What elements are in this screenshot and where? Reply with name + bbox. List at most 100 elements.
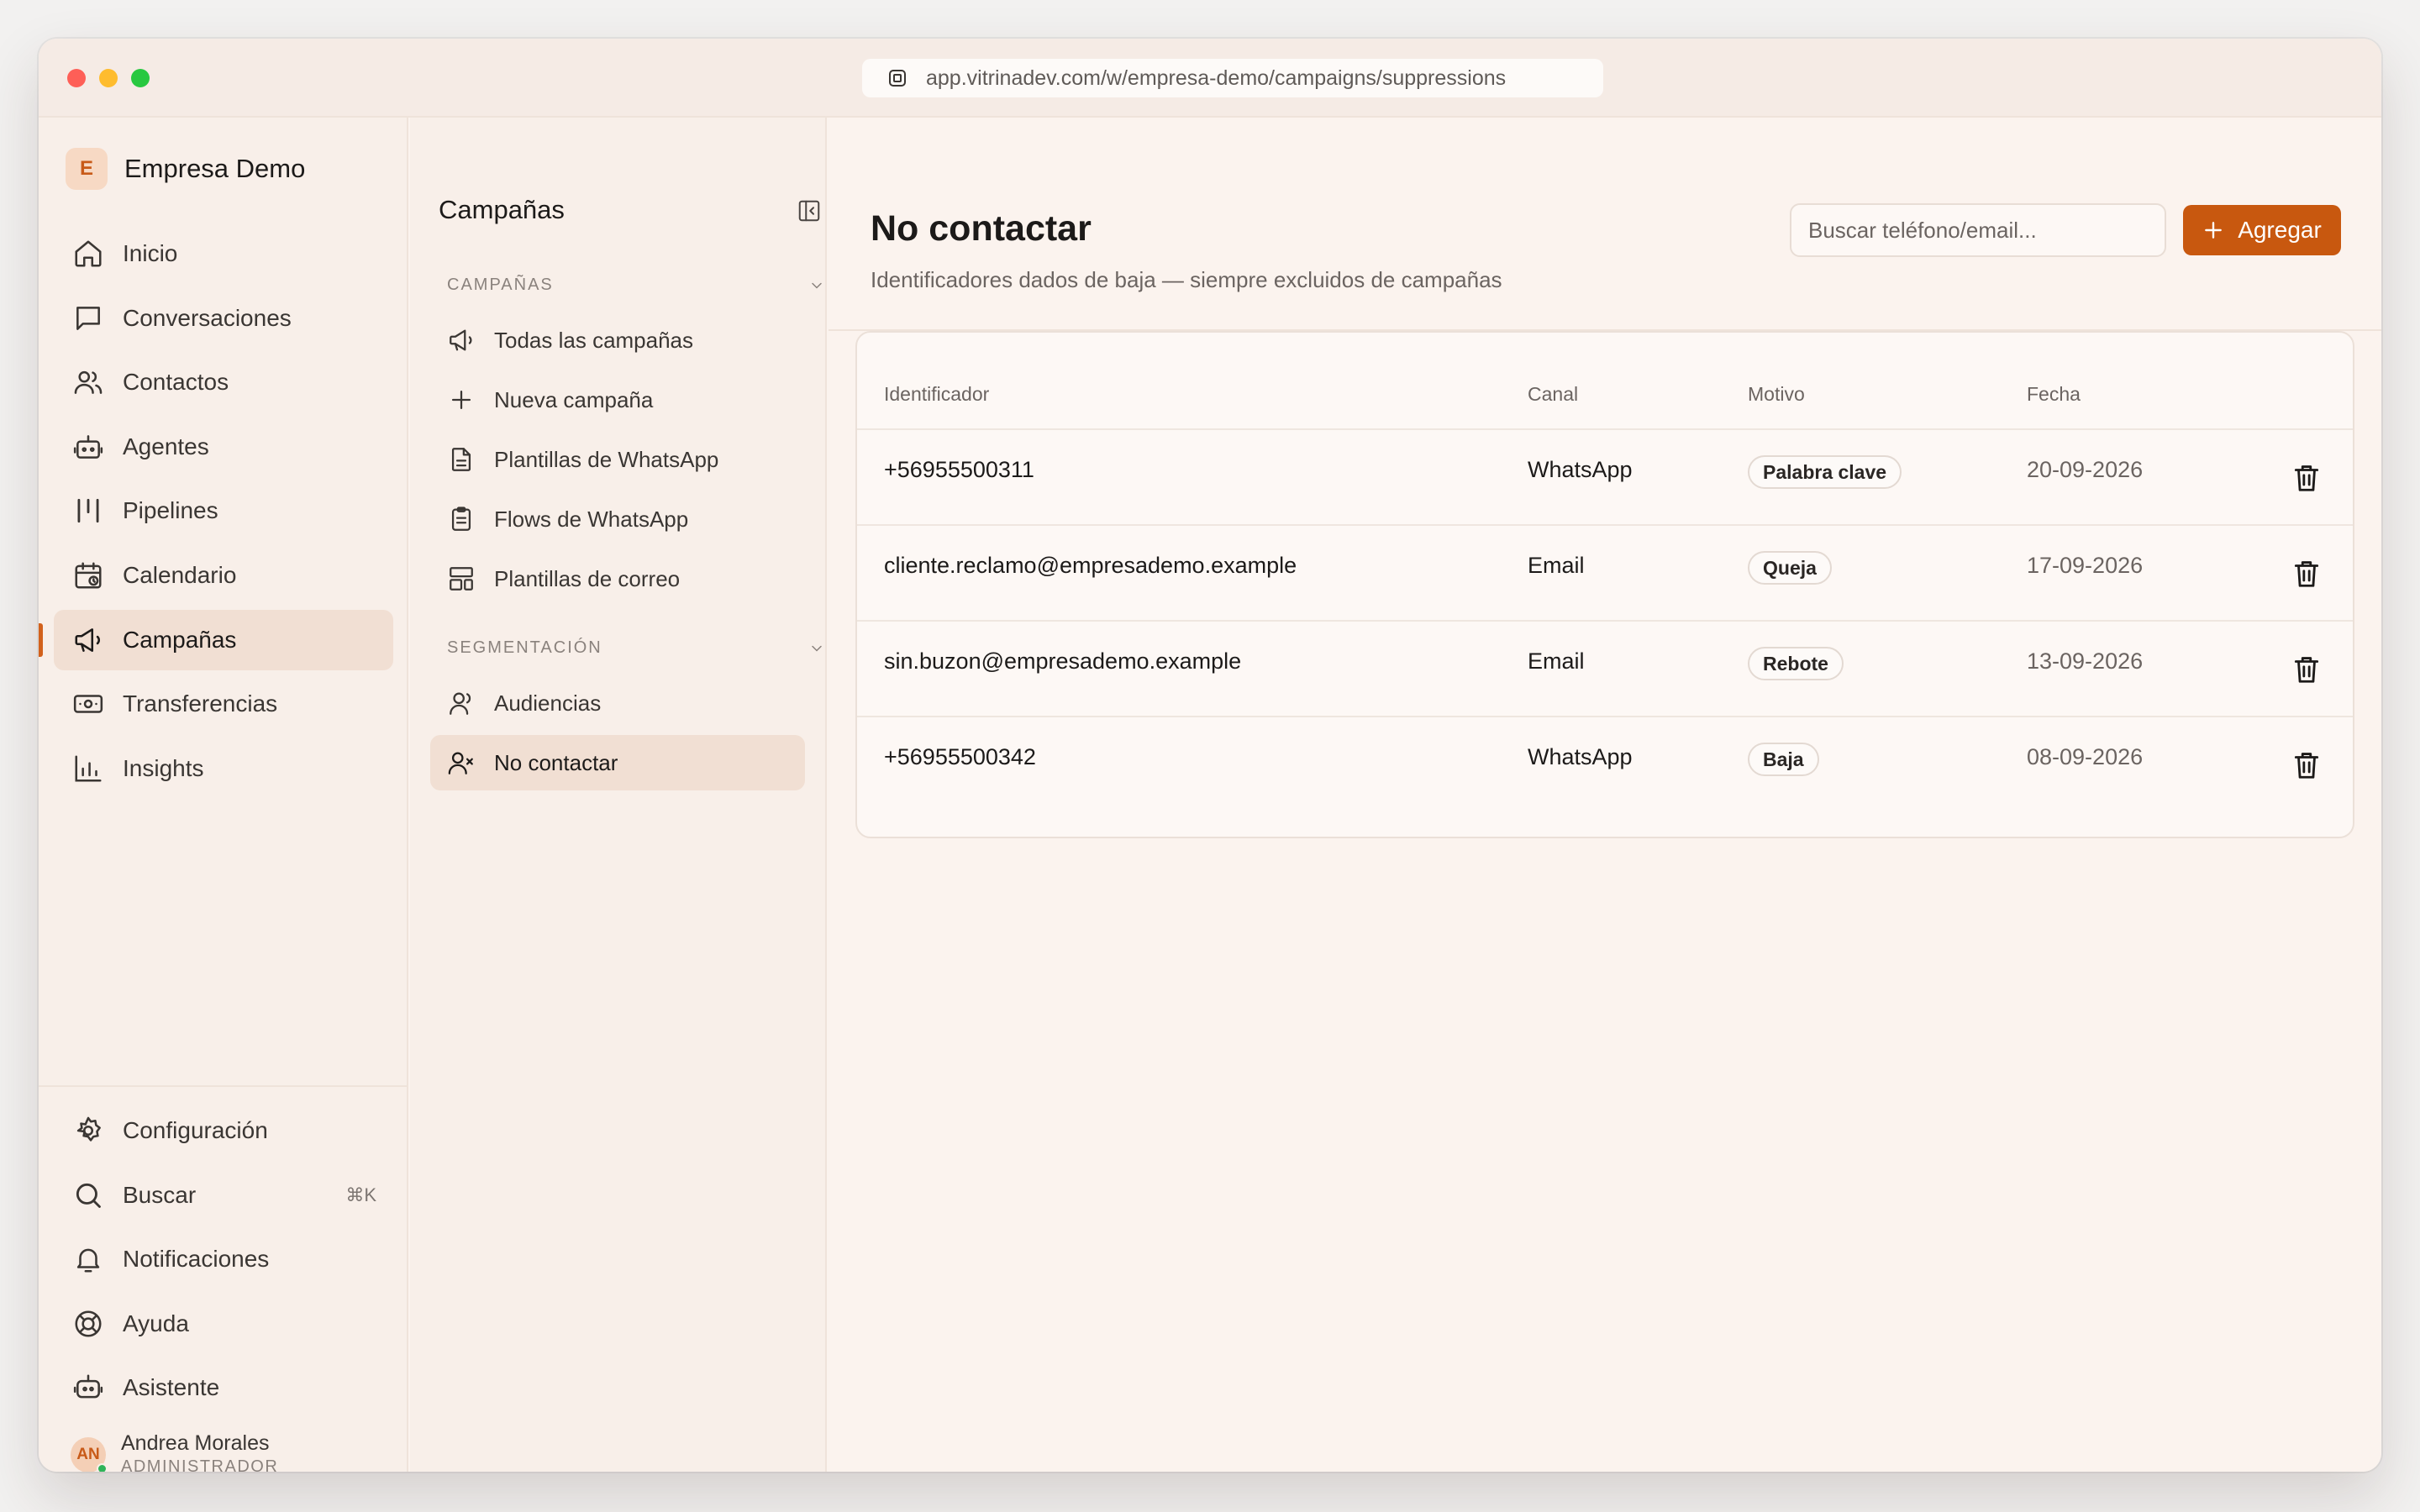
close-window-button[interactable] <box>67 69 86 87</box>
minimize-window-button[interactable] <box>99 69 118 87</box>
cell-identifier: +56955500342 <box>884 744 1036 769</box>
pipeline-icon <box>72 495 104 527</box>
avatar-initials: AN <box>76 1446 100 1463</box>
subnav-item-plantillas-whatsapp[interactable]: Plantillas de WhatsApp <box>430 432 805 487</box>
subnav-item-todas-las-campanas[interactable]: Todas las campañas <box>430 312 805 368</box>
subnav-item-label: Nueva campaña <box>494 386 654 412</box>
sidebar-item-ayuda[interactable]: Ayuda <box>54 1294 393 1354</box>
subnav-item-label: Todas las campañas <box>494 327 694 353</box>
table-row: sin.buzon@empresademo.example Email Rebo… <box>857 622 2353 717</box>
column-header-canal[interactable]: Canal <box>1528 383 1578 406</box>
add-button[interactable]: Agregar <box>2183 205 2341 255</box>
cell-channel: Email <box>1528 553 1585 578</box>
sidebar-item-label: Campañas <box>123 626 237 653</box>
user-profile[interactable]: AN Andrea Morales ADMINISTRADOR <box>71 1431 278 1472</box>
cell-date: 20-09-2026 <box>2027 457 2144 482</box>
trash-icon[interactable] <box>2291 462 2323 494</box>
collapse-panel-icon[interactable] <box>797 198 822 223</box>
search-icon <box>72 1179 104 1211</box>
column-header-identificador[interactable]: Identificador <box>884 383 989 406</box>
address-bar[interactable]: app.vitrinadev.com/w/empresa-demo/campai… <box>862 59 1603 97</box>
trash-icon[interactable] <box>2291 749 2323 781</box>
cell-channel: WhatsApp <box>1528 457 1633 482</box>
sidebar-item-label: Inicio <box>123 240 178 266</box>
browser-titlebar: app.vitrinadev.com/w/empresa-demo/campai… <box>39 39 2381 118</box>
sidebar-item-label: Insights <box>123 754 204 781</box>
sidebar-item-label: Notificaciones <box>123 1246 270 1273</box>
sidebar-item-insights[interactable]: Insights <box>54 738 393 799</box>
subnav-item-no-contactar[interactable]: No contactar <box>430 735 805 790</box>
search-shortcut-hint: ⌘K <box>345 1184 376 1205</box>
online-status-dot <box>97 1463 108 1472</box>
sidebar-item-buscar[interactable]: Buscar ⌘K <box>54 1165 393 1226</box>
users-icon <box>72 366 104 398</box>
app-window: app.vitrinadev.com/w/empresa-demo/campai… <box>39 39 2381 1472</box>
sidebar-item-label: Asistente <box>123 1374 220 1401</box>
column-header-fecha[interactable]: Fecha <box>2027 383 2081 406</box>
sidebar-item-label: Pipelines <box>123 497 218 524</box>
user-name: Andrea Morales <box>121 1431 270 1455</box>
segmentacion-section-list: Audiencias No contactar <box>430 675 805 795</box>
cell-date: 17-09-2026 <box>2027 553 2144 578</box>
trash-icon[interactable] <box>2291 654 2323 685</box>
user-x-icon <box>447 748 476 777</box>
campanas-section-list: Todas las campañas Nueva campaña Plantil… <box>430 312 805 611</box>
maximize-window-button[interactable] <box>131 69 150 87</box>
sidebar-item-label: Agentes <box>123 433 209 459</box>
sidebar-item-pipelines[interactable]: Pipelines <box>54 480 393 541</box>
sidebar-item-campanas[interactable]: Campañas <box>39 609 393 670</box>
page-title: No contactar <box>871 208 1092 249</box>
subnav-item-plantillas-correo[interactable]: Plantillas de correo <box>430 551 805 606</box>
sidebar-item-conversaciones[interactable]: Conversaciones <box>54 288 393 349</box>
sidebar-item-label: Configuración <box>123 1117 268 1143</box>
sidebar-item-transferencias[interactable]: Transferencias <box>54 674 393 734</box>
audience-icon <box>447 689 476 717</box>
calendar-icon <box>72 559 104 591</box>
sidebar-item-asistente[interactable]: Asistente <box>54 1357 393 1418</box>
cell-identifier: cliente.reclamo@empresademo.example <box>884 553 1297 578</box>
workspace-avatar: E <box>66 148 108 190</box>
bot-icon <box>72 431 104 463</box>
subnav-item-label: No contactar <box>494 749 618 775</box>
sidebar-item-label: Transferencias <box>123 690 278 717</box>
table-row: cliente.reclamo@empresademo.example Emai… <box>857 526 2353 622</box>
chevron-down-icon[interactable] <box>808 640 825 657</box>
sidebar-item-notificaciones[interactable]: Notificaciones <box>54 1229 393 1289</box>
sidebar: E Empresa Demo Inicio Conversaciones Con… <box>39 118 408 1472</box>
sidebar-item-label: Ayuda <box>123 1310 189 1336</box>
megaphone-icon <box>447 326 476 354</box>
site-icon <box>887 68 908 88</box>
sidebar-item-contactos[interactable]: Contactos <box>54 352 393 412</box>
plus-icon <box>447 386 476 414</box>
sidebar-bottom-nav: Configuración Buscar ⌘K Notificaciones A… <box>54 1100 393 1422</box>
table-row: +56955500342 WhatsApp Baja 08-09-2026 <box>857 717 2353 813</box>
lifebuoy-icon <box>72 1308 104 1340</box>
sidebar-item-calendario[interactable]: Calendario <box>54 545 393 606</box>
subnav-item-audiencias[interactable]: Audiencias <box>430 675 805 731</box>
sidebar-item-agentes[interactable]: Agentes <box>54 417 393 477</box>
sidebar-item-label: Conversaciones <box>123 304 292 331</box>
sidebar-item-configuracion[interactable]: Configuración <box>54 1100 393 1161</box>
trash-icon[interactable] <box>2291 558 2323 590</box>
sidebar-item-label: Contactos <box>123 369 229 396</box>
file-text-icon <box>447 445 476 474</box>
column-header-motivo[interactable]: Motivo <box>1748 383 1805 406</box>
subnav-item-flows-whatsapp[interactable]: Flows de WhatsApp <box>430 491 805 547</box>
user-role: ADMINISTRADOR <box>121 1457 279 1472</box>
chevron-down-icon[interactable] <box>808 277 825 294</box>
bell-icon <box>72 1243 104 1275</box>
reason-badge: Queja <box>1748 551 1832 585</box>
sidebar-item-inicio[interactable]: Inicio <box>54 223 393 284</box>
search-input[interactable] <box>1790 203 2166 257</box>
sidebar-divider <box>39 1085 407 1087</box>
workspace-switcher[interactable]: E Empresa Demo <box>66 148 305 190</box>
main-content: No contactar Identificadores dados de ba… <box>829 118 2381 1472</box>
avatar: AN <box>71 1437 108 1472</box>
sidebar-item-label: Buscar <box>123 1181 197 1208</box>
sidebar-nav: Inicio Conversaciones Contactos Agentes … <box>39 223 393 802</box>
cell-channel: WhatsApp <box>1528 744 1633 769</box>
subnav-item-nueva-campana[interactable]: Nueva campaña <box>430 372 805 428</box>
add-button-label: Agregar <box>2238 217 2322 243</box>
gear-icon <box>72 1115 104 1147</box>
home-icon <box>72 238 104 270</box>
